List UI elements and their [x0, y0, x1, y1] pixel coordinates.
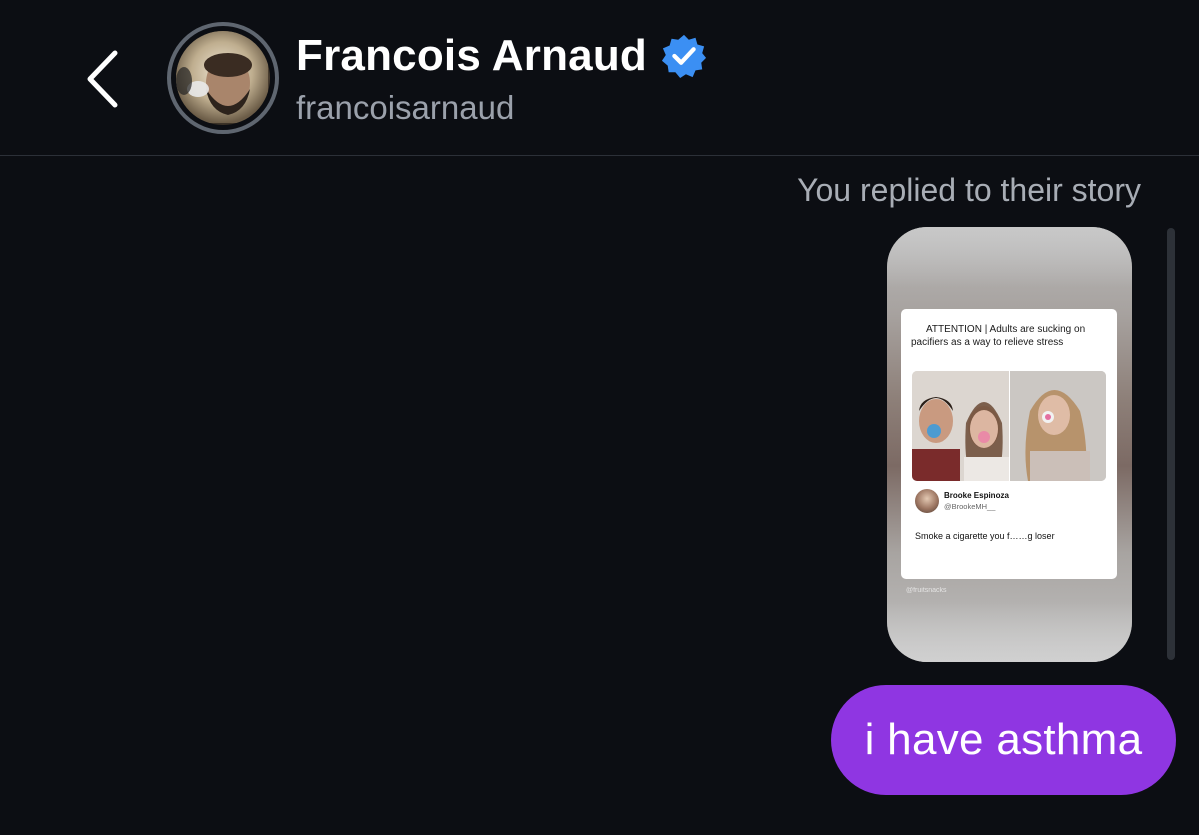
chat-header: Francois Arnaud francoisarnaud	[0, 0, 1199, 155]
story-preview[interactable]: ATTENTION | Adults are sucking on pacifi…	[887, 227, 1132, 662]
header-divider	[0, 155, 1199, 156]
story-tweet-screenshot: ATTENTION | Adults are sucking on pacifi…	[901, 309, 1117, 579]
reply-text: Smoke a cigarette you f……g loser	[915, 531, 1055, 541]
tweet-photo-right	[1009, 371, 1106, 481]
story-blur-top	[887, 227, 1132, 287]
reply-author-avatar	[915, 489, 939, 513]
contact-name[interactable]: Francois Arnaud	[296, 30, 647, 82]
avatar-illustration	[176, 31, 268, 123]
tweet-photo	[912, 371, 1106, 481]
tweet-photo-left	[912, 371, 1009, 481]
chevron-left-icon	[87, 50, 118, 108]
back-button[interactable]	[72, 44, 132, 114]
story-blur-bottom	[887, 602, 1132, 662]
tweet-headline: ATTENTION | Adults are sucking on pacifi…	[911, 324, 1086, 348]
message-text: i have asthma	[864, 715, 1143, 764]
reply-author-handle: @BrookeMH__	[944, 502, 996, 511]
profile-photo	[176, 31, 270, 125]
story-reply-label: You replied to their story	[797, 172, 1141, 208]
chat-screen: Francois Arnaud francoisarnaud You repli…	[0, 0, 1199, 835]
verified-badge-icon	[661, 34, 707, 79]
story-watermark: @fruitsnacks	[906, 587, 947, 594]
reply-author-name: Brooke Espinoza	[944, 491, 1009, 500]
name-row: Francois Arnaud	[296, 30, 707, 82]
contact-handle: francoisarnaud	[296, 89, 515, 126]
scrollbar[interactable]	[1167, 228, 1175, 660]
sent-message-bubble[interactable]: i have asthma	[831, 685, 1176, 795]
profile-avatar[interactable]	[167, 22, 279, 134]
